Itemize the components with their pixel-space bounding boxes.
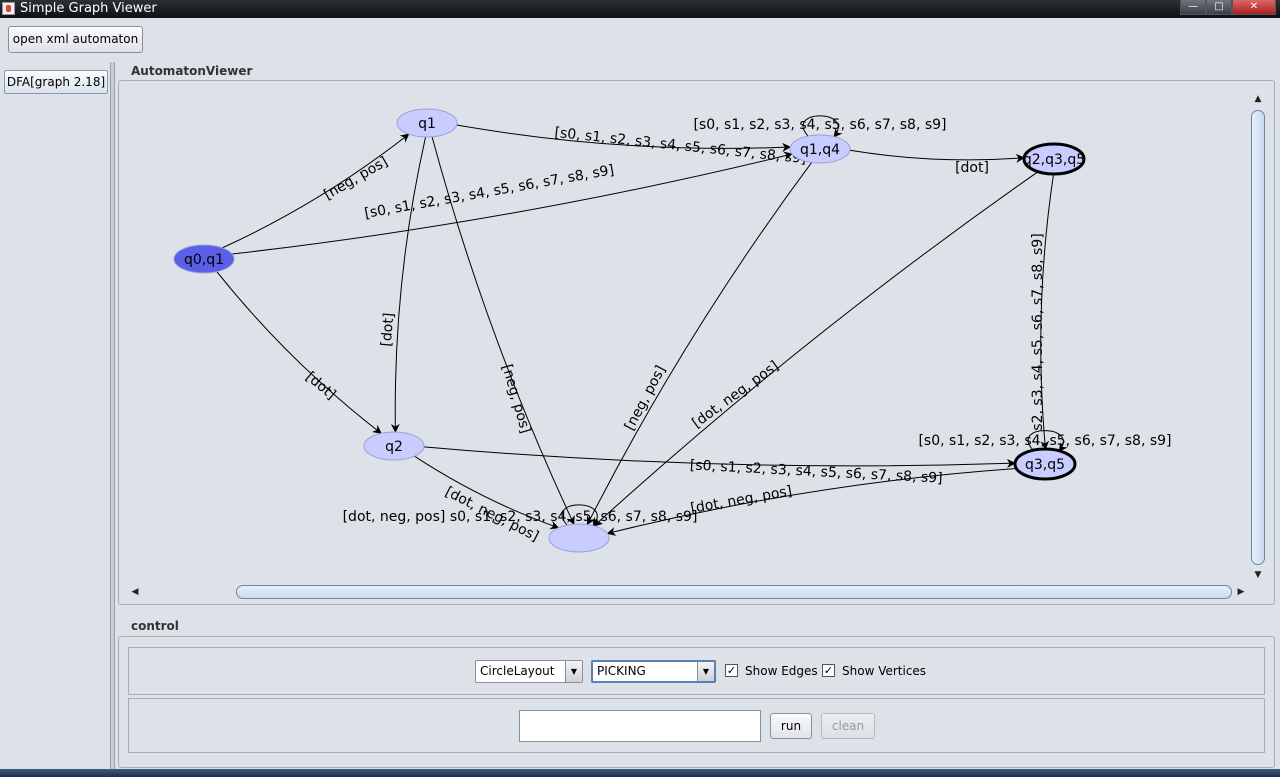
graph-node-sink[interactable] [548,523,610,553]
layout-select-value: CircleLayout [480,664,555,678]
graph-edge-q0q1-q2[interactable] [216,271,382,434]
node-label: q1,q4 [800,142,840,158]
chevron-down-icon[interactable]: ▼ [697,662,714,681]
scroll-down-arrow-icon[interactable]: ▼ [1250,568,1266,582]
vertical-scrollbar[interactable]: ▲ ▼ [1250,92,1266,584]
control-section-label: control [131,619,179,633]
window-controls: — □ ✕ [1180,0,1276,16]
node-label: q2 [385,439,403,455]
node-label: q3,q5 [1025,457,1065,473]
show-edges-checkbox[interactable]: ✓ [725,664,738,677]
run-button[interactable]: run [770,713,812,739]
edge-label: [s0, s1, s2, s3, s4, s5, s6, s7, s8, s9] [363,162,615,222]
show-vertices-label[interactable]: Show Vertices [842,664,926,678]
os-taskbar [0,769,1280,777]
edge-label: [neg, pos] [321,154,390,203]
chevron-down-icon[interactable]: ▼ [565,661,582,682]
edge-label: s2, s3, s4, s5, s6, s7, s8, s9] [1030,233,1046,430]
tab-dfa-graph[interactable]: DFA[graph 2.18] [4,70,108,94]
edge-label: [neg, pos] [498,363,533,436]
edge-label: [dot, neg, pos] [689,358,782,431]
edge-label: [dot] [955,160,989,176]
java-app-icon [2,2,15,15]
node-label: q2,q3,q5 [1023,152,1085,168]
edge-label: [dot] [302,369,338,403]
node-label: q0,q1 [184,252,224,268]
horizontal-scroll-thumb[interactable] [236,585,1232,599]
edge-label: [s0, s1, s2, s3, s4, s5, s6, s7, s8, s9] [693,117,946,133]
horizontal-scrollbar[interactable]: ◀ ▶ [128,584,1250,600]
viewer-section-label: AutomatonViewer [131,64,253,78]
edge-label: [dot, neg, pos] s0, s1, s2, s3, s4, s5, … [343,509,698,525]
show-vertices-checkbox[interactable]: ✓ [822,664,835,677]
input-word-field[interactable] [519,710,761,742]
scroll-right-arrow-icon[interactable]: ▶ [1234,584,1248,600]
graph-edge-q1-q2[interactable] [390,136,427,433]
scroll-left-arrow-icon[interactable]: ◀ [128,584,142,600]
close-button[interactable]: ✕ [1232,0,1276,15]
graph-edge-q0q1-q1[interactable] [222,133,410,249]
graph-svg[interactable]: [neg, pos][s0, s1, s2, s3, s4, s5, s6, s… [120,84,1250,584]
edge-label: [neg, pos] [622,363,669,433]
graph-edge-q1q4-q2q3q5[interactable] [849,149,1026,163]
show-edges-label[interactable]: Show Edges [745,664,818,678]
node-label: q1 [418,116,436,132]
edge-label: [s0, s1, s2, s3, s4, s5, s6, s7, s8, s9] [689,457,943,486]
maximize-button[interactable]: □ [1206,0,1232,15]
split-pane-divider[interactable] [110,62,115,772]
minimize-button[interactable]: — [1180,0,1206,15]
title-bar: Simple Graph Viewer — □ ✕ [0,0,1280,18]
scroll-up-arrow-icon[interactable]: ▲ [1250,92,1266,106]
layout-select[interactable]: CircleLayout ▼ [475,660,583,683]
edge-label: [s0, s1, s2, s3, s4, s5, s6, s7, s8, s9] [918,433,1171,449]
clean-button[interactable]: clean [821,713,875,739]
mouse-mode-select[interactable]: PICKING ▼ [591,660,716,683]
automaton-graph-canvas[interactable]: [neg, pos] [s0, s1, s2, s3, s4, s5, s6, s… [120,84,1250,584]
edge-label: [dot] [379,312,398,347]
open-xml-automaton-button[interactable]: open xml automaton [8,26,143,53]
window-title: Simple Graph Viewer [20,1,157,16]
edge-label: [dot, neg, pos] [689,483,793,517]
vertical-scroll-thumb[interactable] [1251,110,1265,565]
graph-edge-q0q1-q1q4[interactable] [231,151,793,255]
mouse-mode-select-value: PICKING [597,664,646,678]
